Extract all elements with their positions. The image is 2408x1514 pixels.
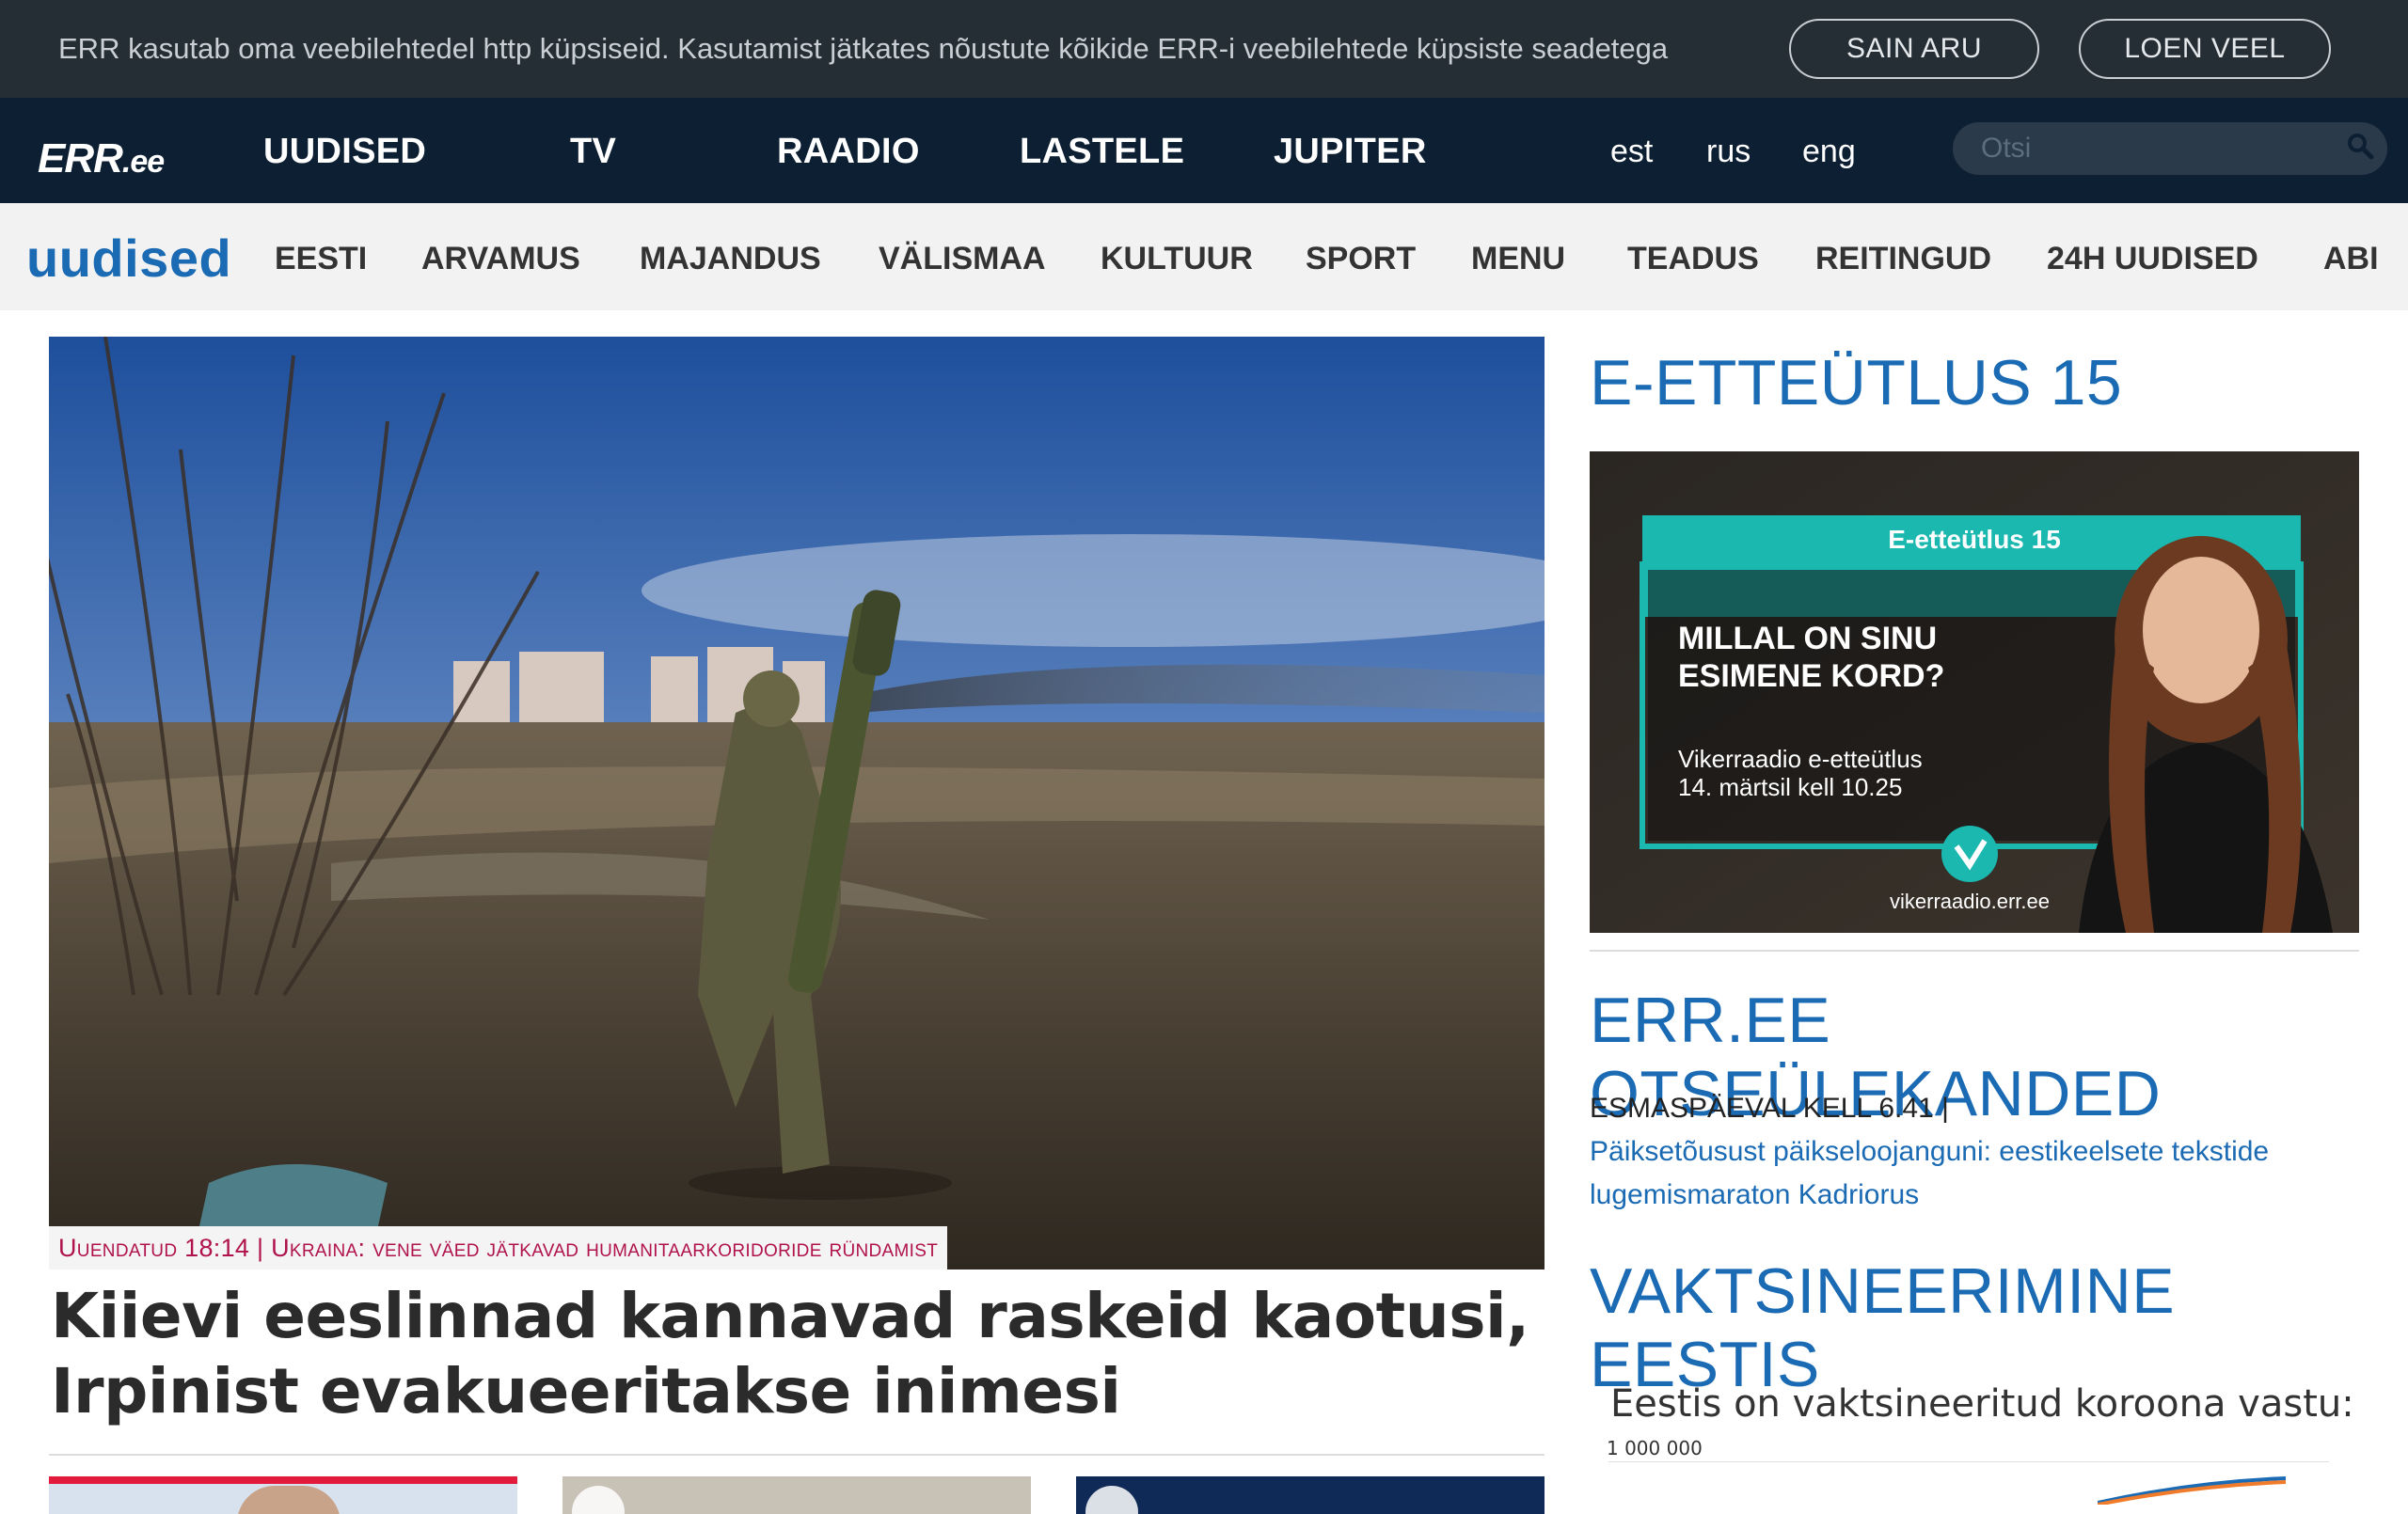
subnav-item-eesti[interactable]: EESTI [275,241,367,277]
nav-item-raadio[interactable]: RAADIO [777,132,920,172]
search-icon[interactable] [2346,132,2374,160]
chart-gridline [1608,1461,2329,1462]
lang-rus[interactable]: rus [1706,134,1751,170]
divider [1590,950,2359,952]
live-time: ESMASPÄEVAL KELL 6.41 | [1590,1093,1949,1124]
nav-item-tv[interactable]: TV [570,132,616,172]
cookie-bar: ERR kasutab oma veebilehtedel http küpsi… [0,0,2408,98]
main-navigation: ERR.ee UUDISED TV RAADIO LASTELE JUPITER… [0,98,2408,203]
err-logo[interactable]: ERR.ee [38,135,165,182]
subnav-item-majandus[interactable]: MAJANDUS [640,241,821,277]
section-navigation: uudised EESTI ARVAMUS MAJANDUS VÄLISMAA … [0,203,2408,310]
cookie-accept-button[interactable]: SAIN ARU [1789,19,2039,79]
promo-sub-2: 14. märtsil kell 10.25 [1678,773,1903,801]
hero-image[interactable] [49,337,1545,1270]
nav-item-lastele[interactable]: LASTELE [1020,132,1184,172]
article-thumbnail-1[interactable] [49,1476,517,1514]
promo-url: vikerraadio.err.ee [1890,890,2050,913]
subnav-item-arvamus[interactable]: ARVAMUS [421,241,580,277]
nav-item-jupiter[interactable]: JUPITER [1274,132,1427,172]
subnav-item-abi[interactable]: ABI [2323,241,2379,277]
article-thumbnail-2[interactable] [562,1476,1031,1514]
promo-heading[interactable]: E-ETTEÜTLUS 15 [1590,346,2122,419]
vaccination-heading[interactable]: VAKTSINEERIMINE EESTIS [1590,1254,2408,1401]
subnav-item-reitingud[interactable]: REITINGUD [1815,241,1991,277]
divider [49,1454,1545,1456]
subnav-item-kultuur[interactable]: KULTUUR [1101,241,1253,277]
subnav-item-sport[interactable]: SPORT [1306,241,1416,277]
promo-tag: E-etteütlus 15 [1888,525,2061,554]
subnav-item-teadus[interactable]: TEADUS [1627,241,1759,277]
subnav-item-menu[interactable]: MENU [1471,241,1565,277]
promo-banner[interactable]: E-etteütlus 15 MILLAL ON SINU ESIMENE KO… [1590,451,2359,933]
subnav-item-valismaa[interactable]: VÄLISMAA [879,241,1046,277]
search-input[interactable] [1981,130,2320,167]
lang-est[interactable]: est [1610,134,1653,170]
vaccination-chart-lines [2098,1476,2286,1505]
hero-caption[interactable]: Uuendatud 18:14 | Ukraina: vene väed jät… [49,1226,948,1270]
section-title[interactable]: uudised [26,228,231,289]
vaccination-axis-label: 1 000 000 [1607,1437,1703,1459]
article-thumbnail-3[interactable] [1076,1476,1545,1514]
cookie-text: ERR kasutab oma veebilehtedel http küpsi… [58,32,1669,65]
headline[interactable]: Kiievi eeslinnad kannavad raskeid kaotus… [51,1279,1546,1429]
live-link[interactable]: Päiksetõusust päikseloojanguni: eestikee… [1590,1130,2359,1217]
nav-item-uudised[interactable]: UUDISED [263,132,426,172]
promo-sub-1: Vikerraadio e-etteütlus [1678,745,1923,773]
subnav-item-24h-uudised[interactable]: 24H UUDISED [2047,241,2258,277]
logo-text: ERR [38,135,123,181]
lang-eng[interactable]: eng [1802,134,1856,170]
promo-line-2: ESIMENE KORD? [1678,658,1945,694]
vaccination-chart-title: Eestis on vaktsineeritud koroona vastu: [1610,1382,2354,1426]
cookie-read-more-button[interactable]: LOEN VEEL [2079,19,2331,79]
promo-line-1: MILLAL ON SINU [1678,621,1938,656]
logo-suffix: .ee [121,144,165,180]
search-box [1953,122,2387,175]
